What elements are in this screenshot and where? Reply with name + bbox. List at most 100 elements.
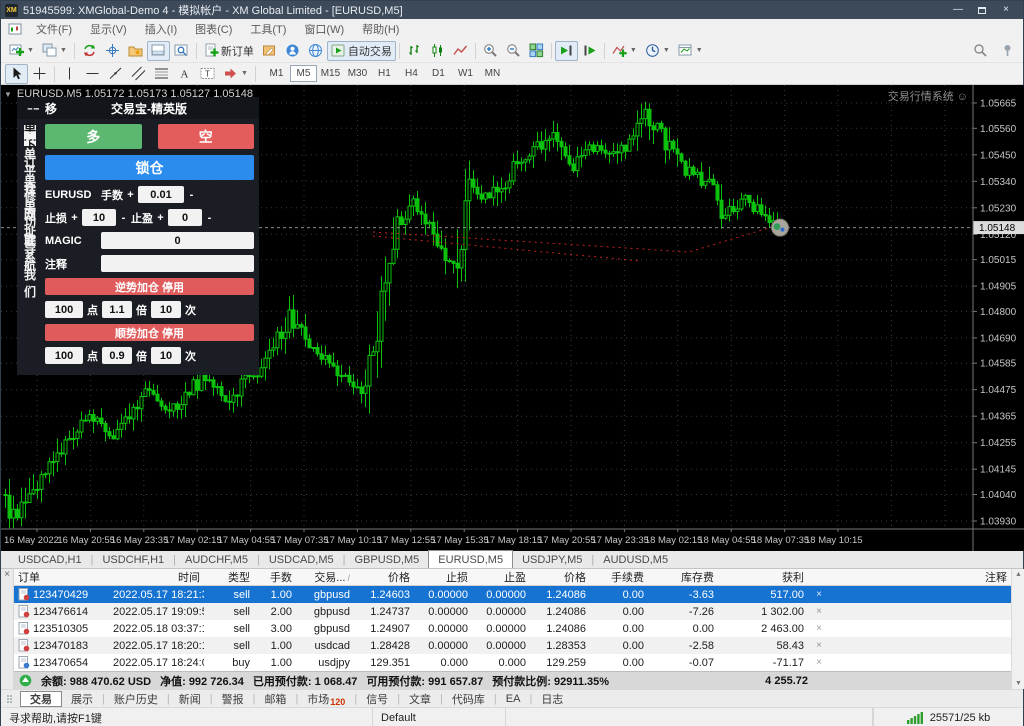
line-chart-button[interactable] xyxy=(449,41,472,61)
panel-move-button[interactable]: 移 xyxy=(45,100,85,117)
tp-input[interactable] xyxy=(168,209,203,226)
new-chart-button[interactable]: ▼ xyxy=(5,41,38,61)
chart-tab-audusd-m5[interactable]: AUDUSD,M5 xyxy=(594,551,677,568)
terminal-tab-8[interactable]: 文章 xyxy=(400,691,440,707)
trend-mult-input[interactable] xyxy=(102,347,133,364)
community-button[interactable] xyxy=(281,41,304,61)
terminal-tab-0[interactable]: 交易 xyxy=(20,690,62,707)
trendline-button[interactable] xyxy=(104,64,127,84)
counter-mult-input[interactable] xyxy=(102,301,133,318)
trend-times-input[interactable] xyxy=(151,347,182,364)
terminal-tab-7[interactable]: 信号 xyxy=(357,691,397,707)
column-header-9[interactable]: 手续费 xyxy=(590,569,648,585)
terminal-tab-11[interactable]: 日志 xyxy=(532,691,572,707)
timeframe-h1[interactable]: H1 xyxy=(371,65,398,82)
chart-tab-usdcad-h1[interactable]: USDCAD,H1 xyxy=(9,551,91,568)
crosshair-button[interactable] xyxy=(28,64,51,84)
metaeditor-button[interactable] xyxy=(258,41,281,61)
maximize-button[interactable] xyxy=(973,4,991,17)
zoom-out-button[interactable] xyxy=(502,41,525,61)
column-header-7[interactable]: 止盈 xyxy=(472,569,530,585)
sl-minus-button[interactable]: - xyxy=(120,212,127,224)
trend-points-input[interactable] xyxy=(45,347,84,364)
timeframe-w1[interactable]: W1 xyxy=(452,65,479,82)
timeframe-m5[interactable]: M5 xyxy=(289,65,317,82)
ea-price-marker[interactable] xyxy=(771,218,789,237)
column-header-4[interactable]: 交易... / xyxy=(296,569,354,585)
menu-item-1[interactable]: 显示(V) xyxy=(81,18,136,40)
column-header-0[interactable]: 订单 xyxy=(14,569,109,585)
candles-chart-button[interactable] xyxy=(426,41,449,61)
tp-minus-button[interactable]: - xyxy=(206,212,213,224)
chart-window-icon[interactable] xyxy=(4,19,27,39)
terminal-tab-1[interactable]: 展示 xyxy=(62,691,102,707)
sl-plus-button[interactable]: + xyxy=(71,212,78,224)
scroll-down-icon[interactable]: ▼ xyxy=(1015,680,1022,687)
timeframe-m30[interactable]: M30 xyxy=(344,65,371,82)
lock-position-button[interactable]: 锁仓 xyxy=(45,155,255,180)
terminal-panel-button[interactable] xyxy=(146,40,170,61)
column-header-8[interactable]: 价格 xyxy=(530,569,590,585)
timeframe-mn[interactable]: MN xyxy=(479,65,506,82)
column-header-6[interactable]: 止损 xyxy=(414,569,472,585)
order-row-123476614[interactable]: 123476614 2022.05.17 19:09:58 sell 2.00 gbpu… xyxy=(14,603,1011,620)
time-axis[interactable]: 16 May 202216 May 20:5516 May 23:3517 Ma… xyxy=(1,528,1024,546)
column-header-1[interactable]: 时间 xyxy=(109,569,204,585)
pin-button[interactable] xyxy=(996,41,1019,61)
panel-sidebar-item-5[interactable]: 联系我们 xyxy=(24,234,36,299)
column-header-11[interactable]: 获利 xyxy=(718,569,808,585)
text-button[interactable]: A xyxy=(173,64,196,84)
buy-button[interactable]: 多 xyxy=(45,124,142,149)
timeframe-d1[interactable]: D1 xyxy=(425,65,452,82)
hline-button[interactable] xyxy=(81,64,104,84)
price-axis[interactable]: 1.05665 1.05560 1.05450 1.05340 1.05230 1.051… xyxy=(972,85,1024,551)
column-header-10[interactable]: 库存费 xyxy=(648,569,718,585)
new-order-button[interactable]: 新订单 xyxy=(200,41,258,61)
timeframe-m1[interactable]: M1 xyxy=(263,65,290,82)
close-order-button[interactable]: × xyxy=(808,640,830,651)
search-button[interactable] xyxy=(969,41,992,61)
terminal-tab-2[interactable]: 账户历史 xyxy=(105,691,167,707)
column-header-3[interactable]: 手数 xyxy=(254,569,296,585)
indicators-button[interactable]: ▼ xyxy=(608,41,641,61)
navigator-button[interactable] xyxy=(124,41,147,61)
menu-item-2[interactable]: 插入(I) xyxy=(136,18,186,40)
chart-shift-button[interactable] xyxy=(578,41,601,61)
text-label-button[interactable]: T xyxy=(196,64,219,84)
menu-item-5[interactable]: 窗口(W) xyxy=(295,18,353,40)
channel-button[interactable] xyxy=(127,64,150,84)
terminal-tab-10[interactable]: EA xyxy=(497,691,530,707)
close-order-button[interactable]: × xyxy=(808,623,830,634)
tp-plus-button[interactable]: + xyxy=(157,212,164,224)
lots-plus-button[interactable]: + xyxy=(127,189,134,201)
chart-tab-eurusd-m5[interactable]: EURUSD,M5 xyxy=(428,550,514,568)
menu-item-0[interactable]: 文件(F) xyxy=(27,18,81,40)
close-button[interactable]: × xyxy=(997,4,1015,17)
menu-item-4[interactable]: 工具(T) xyxy=(241,18,295,40)
fibonacci-button[interactable] xyxy=(150,64,173,84)
bars-chart-button[interactable] xyxy=(403,41,426,61)
chart-tab-usdchf-h1[interactable]: USDCHF,H1 xyxy=(93,551,173,568)
counter-points-input[interactable] xyxy=(45,301,84,318)
terminal-close-button[interactable]: × xyxy=(4,570,10,580)
minimize-button[interactable]: — xyxy=(949,4,967,17)
status-profile[interactable]: Default xyxy=(373,708,506,726)
terminal-tab-3[interactable]: 新闻 xyxy=(170,691,210,707)
trend-martingale-button[interactable]: 顺势加仓 停用 xyxy=(45,324,255,341)
terminal-tab-5[interactable]: 邮箱 xyxy=(255,691,295,707)
menu-item-6[interactable]: 帮助(H) xyxy=(353,18,408,40)
order-row-123510305[interactable]: 123510305 2022.05.18 03:37:11 sell 3.00 gbpu… xyxy=(14,620,1011,637)
column-header-2[interactable]: 类型 xyxy=(204,569,254,585)
cursor-button[interactable] xyxy=(5,63,28,84)
terminal-scrollbar[interactable]: ▲ ▼ xyxy=(1011,569,1024,689)
close-order-button[interactable]: × xyxy=(808,657,830,668)
magic-input[interactable] xyxy=(101,232,255,249)
sl-input[interactable] xyxy=(82,209,117,226)
strategy-tester-button[interactable] xyxy=(170,41,193,61)
close-order-button[interactable]: × xyxy=(808,606,830,617)
timeframe-m15[interactable]: M15 xyxy=(317,65,344,82)
column-header-13[interactable]: 注释 xyxy=(830,569,1011,585)
counter-trend-martingale-button[interactable]: 逆势加仓 停用 xyxy=(45,278,255,295)
lots-input[interactable] xyxy=(138,186,185,203)
chart-tab-audchf-m5[interactable]: AUDCHF,M5 xyxy=(176,551,257,568)
